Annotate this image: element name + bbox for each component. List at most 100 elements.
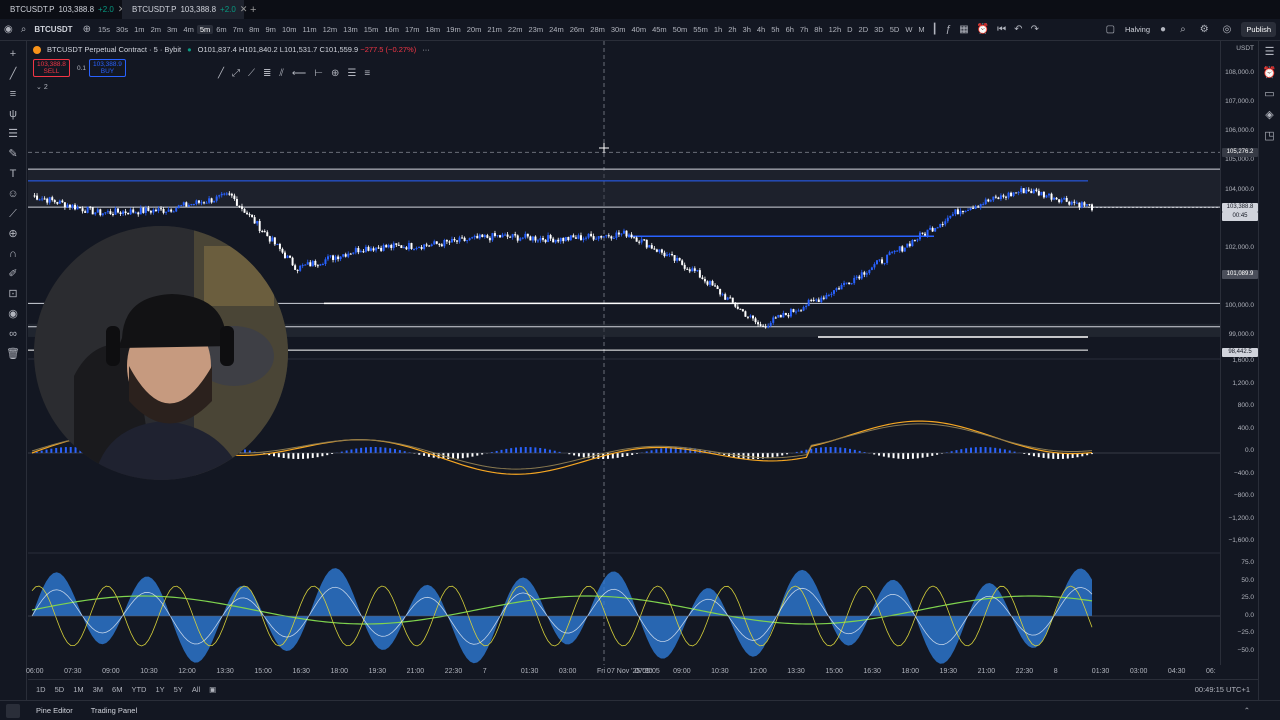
- more-icon[interactable]: ···: [422, 45, 430, 54]
- trash-icon[interactable]: 🗑: [6, 347, 20, 362]
- text-icon[interactable]: T: [10, 167, 17, 182]
- new-tab-button[interactable]: +: [244, 4, 262, 16]
- lock-icon[interactable]: ⊡: [8, 287, 17, 302]
- range-1D[interactable]: 1D: [36, 685, 46, 694]
- currency-label[interactable]: USDT: [1236, 45, 1254, 52]
- line-tool-icon[interactable]: ╱: [218, 68, 224, 79]
- range-1M[interactable]: 1M: [73, 685, 83, 694]
- layout-icon[interactable]: ▦: [955, 24, 972, 35]
- publish-button[interactable]: Publish: [1241, 22, 1276, 37]
- horizontal-ray-icon[interactable]: ⟵: [292, 68, 306, 79]
- tab-trading-panel[interactable]: Trading Panel: [91, 706, 137, 715]
- ray-tool-icon[interactable]: ⤢: [232, 68, 240, 79]
- pencil-icon[interactable]: ✐: [8, 267, 17, 282]
- tab-pine-editor[interactable]: Pine Editor: [36, 706, 73, 715]
- range-5D[interactable]: 5D: [55, 685, 65, 694]
- timeframe-5h[interactable]: 5h: [768, 25, 782, 34]
- price-axis[interactable]: USDT 108,000.0 107,000.0 106,000.0 105,000.…: [1220, 41, 1258, 665]
- range-YTD[interactable]: YTD: [131, 685, 146, 694]
- parallel-channel-icon[interactable]: ⫽: [279, 68, 283, 79]
- timeframe-22m[interactable]: 22m: [505, 25, 526, 34]
- symbol-title[interactable]: BTCUSDT Perpetual Contract · 5 · Bybit: [47, 45, 181, 54]
- timeframe-15m[interactable]: 15m: [361, 25, 382, 34]
- range-All[interactable]: All: [192, 685, 200, 694]
- timeframe-4h[interactable]: 4h: [754, 25, 768, 34]
- tab-btcusdt-2[interactable]: BTCUSDT.P 103,388.8 +2.0 ✕: [122, 0, 247, 19]
- timeframe-40m[interactable]: 40m: [628, 25, 649, 34]
- timeframe-7h[interactable]: 7h: [797, 25, 811, 34]
- timeframe-26m[interactable]: 26m: [567, 25, 588, 34]
- pitchfork-icon[interactable]: ψ: [9, 107, 17, 122]
- zoom-in-icon[interactable]: ⊕: [8, 227, 17, 242]
- timeframe-2h[interactable]: 2h: [725, 25, 739, 34]
- timeframe-8m[interactable]: 8m: [246, 25, 262, 34]
- tab-btcusdt-1[interactable]: BTCUSDT.P 103,388.8 +2.0 ✕: [0, 0, 125, 19]
- timeframe-M[interactable]: M: [915, 25, 927, 34]
- timeframe-45m[interactable]: 45m: [649, 25, 670, 34]
- halving-label[interactable]: Halving: [1125, 25, 1150, 34]
- timeframe-5D[interactable]: 5D: [887, 25, 903, 34]
- timeframe-D[interactable]: D: [844, 25, 855, 34]
- ruler-icon[interactable]: ⟋: [9, 207, 17, 222]
- replay-icon[interactable]: ⏮: [993, 24, 1010, 35]
- timeframe-1h[interactable]: 1h: [711, 25, 725, 34]
- range-1Y[interactable]: 1Y: [155, 685, 164, 694]
- indicators-icon[interactable]: ƒ: [942, 24, 956, 35]
- search-icon[interactable]: ⌕: [17, 24, 31, 35]
- timeframe-2D[interactable]: 2D: [856, 25, 872, 34]
- trendline-icon[interactable]: ╱: [10, 67, 17, 82]
- calendar-icon[interactable]: ▣: [209, 685, 216, 694]
- pattern-icon[interactable]: ☺: [7, 187, 18, 202]
- timeframe-7m[interactable]: 7m: [230, 25, 246, 34]
- timeframe-13m[interactable]: 13m: [340, 25, 361, 34]
- eye-icon[interactable]: ◉: [8, 307, 18, 322]
- timeframe-4m[interactable]: 4m: [180, 25, 196, 34]
- timeframe-6m[interactable]: 6m: [213, 25, 229, 34]
- maximize-panel-icon[interactable]: ⌃: [1244, 706, 1250, 715]
- magnet-icon[interactable]: ∩: [9, 247, 17, 262]
- chat-icon[interactable]: ▭: [1264, 87, 1274, 100]
- timeframe-5m[interactable]: 5m: [196, 25, 214, 34]
- layer-count[interactable]: ⌄ 2: [36, 83, 48, 91]
- timeframe-W[interactable]: W: [902, 25, 915, 34]
- timeframe-19m[interactable]: 19m: [443, 25, 464, 34]
- timeframe-17m[interactable]: 17m: [402, 25, 423, 34]
- link-icon[interactable]: ∞: [9, 327, 17, 342]
- utc-clock[interactable]: 00:49:15 UTC+1: [1195, 685, 1250, 694]
- timeframe-15s[interactable]: 15s: [95, 25, 113, 34]
- extended-line-icon[interactable]: ⟋: [248, 68, 255, 79]
- timeframe-3h[interactable]: 3h: [740, 25, 754, 34]
- timeframe-23m[interactable]: 23m: [526, 25, 547, 34]
- timeframe-3D[interactable]: 3D: [871, 25, 887, 34]
- timeframe-55m[interactable]: 55m: [690, 25, 711, 34]
- range-3M[interactable]: 3M: [93, 685, 103, 694]
- timeframe-12m[interactable]: 12m: [320, 25, 341, 34]
- timeframe-30s[interactable]: 30s: [113, 25, 131, 34]
- timeframe-12h[interactable]: 12h: [826, 25, 845, 34]
- symbol-search-button[interactable]: BTCUSDT: [30, 25, 78, 34]
- range-6M[interactable]: 6M: [112, 685, 122, 694]
- hlines-tool-icon[interactable]: ≣: [263, 68, 271, 79]
- timeframe-20m[interactable]: 20m: [464, 25, 485, 34]
- alert-icon[interactable]: ⏰: [973, 24, 993, 35]
- crosshair-icon[interactable]: +: [10, 47, 16, 62]
- timeframe-1m[interactable]: 1m: [131, 25, 147, 34]
- target-icon[interactable]: ⊕: [331, 68, 339, 79]
- timeframe-24m[interactable]: 24m: [546, 25, 567, 34]
- alerts-icon[interactable]: ⏰: [1263, 66, 1277, 79]
- brush-icon[interactable]: ✎: [8, 147, 17, 162]
- settings-icon[interactable]: ⚙: [1196, 24, 1213, 35]
- timeframe-9m[interactable]: 9m: [263, 25, 279, 34]
- undo-icon[interactable]: ↶: [1010, 24, 1026, 35]
- timeframe-2m[interactable]: 2m: [148, 25, 164, 34]
- range-5Y[interactable]: 5Y: [174, 685, 183, 694]
- redo-icon[interactable]: ↷: [1027, 24, 1043, 35]
- timeframe-11m[interactable]: 11m: [300, 25, 320, 34]
- timeframe-50m[interactable]: 50m: [670, 25, 691, 34]
- order-qty[interactable]: 0.1: [77, 65, 86, 72]
- snapshot-icon[interactable]: ◎: [1219, 24, 1236, 35]
- fullscreen-icon[interactable]: ▢: [1102, 24, 1119, 35]
- buy-button[interactable]: 103,388.9 BUY: [89, 59, 126, 77]
- timeframe-16m[interactable]: 16m: [381, 25, 402, 34]
- timeframe-21m[interactable]: 21m: [484, 25, 505, 34]
